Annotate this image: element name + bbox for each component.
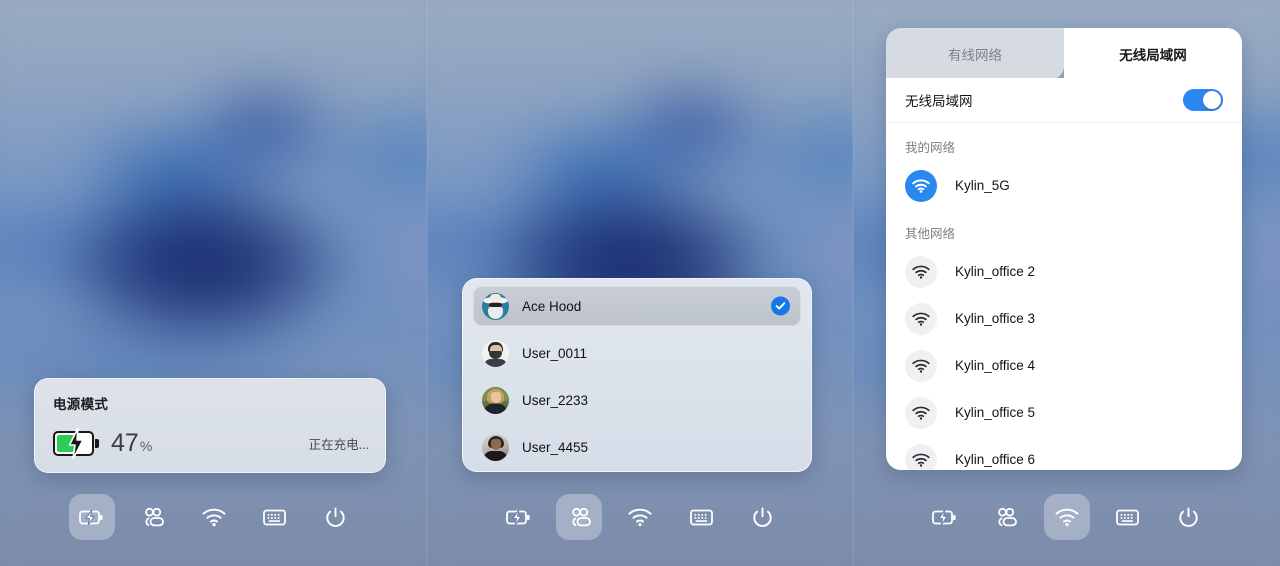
other-networks-label: 其他网络	[905, 227, 956, 241]
taskbar-users-button[interactable]	[130, 494, 176, 540]
taskbar-center	[427, 494, 853, 540]
list-item[interactable]: Kylin_office 6	[886, 436, 1242, 470]
power-mode-panel: 电源模式 47% 正在充电...	[34, 378, 386, 473]
tab-wireless-lan[interactable]: 无线局域网	[1064, 28, 1242, 80]
wifi-icon	[905, 255, 937, 288]
avatar	[482, 292, 509, 320]
network-panel-body: 无线局域网 我的网络 Kylin_5G 其他网络 Kylin_office 2 …	[886, 78, 1242, 470]
list-item[interactable]: User_4455	[473, 427, 801, 467]
user-name: User_2233	[522, 392, 589, 408]
wifi-icon	[905, 169, 937, 202]
list-item[interactable]: Kylin_office 5	[886, 389, 1242, 436]
list-item[interactable]: User_0011	[473, 333, 801, 373]
taskbar-keyboard-button[interactable]	[678, 494, 724, 540]
network-ssid: Kylin_office 6	[955, 452, 1036, 467]
list-item[interactable]: Kylin_office 4	[886, 342, 1242, 389]
wifi-icon	[905, 349, 937, 382]
avatar	[482, 339, 509, 367]
taskbar-keyboard-button[interactable]	[252, 494, 298, 540]
wifi-icon	[905, 443, 937, 470]
network-ssid: Kylin_office 2	[955, 264, 1036, 279]
taskbar-power-button[interactable]	[313, 494, 359, 540]
taskbar-power-button[interactable]	[739, 494, 785, 540]
panel-divider-2	[852, 0, 854, 566]
user-switch-panel: Ace Hood User_0011 User_2233 User_4455	[462, 278, 812, 472]
battery-percent: 47%	[111, 429, 153, 457]
list-item[interactable]: Kylin_office 2	[886, 248, 1242, 295]
taskbar-wifi-button[interactable]	[1043, 494, 1090, 540]
wireless-lan-label: 无线局域网	[905, 94, 973, 109]
taskbar-right	[853, 494, 1280, 540]
taskbar-users-button[interactable]	[983, 494, 1029, 540]
taskbar-battery-button[interactable]	[68, 494, 115, 540]
taskbar-battery-button[interactable]	[495, 494, 541, 540]
taskbar-users-button[interactable]	[556, 494, 602, 540]
charging-status: 正在充电...	[308, 438, 369, 452]
check-icon	[771, 296, 790, 316]
taskbar-power-button[interactable]	[1166, 494, 1212, 540]
list-item[interactable]: User_2233	[473, 380, 801, 420]
wireless-lan-toggle-row[interactable]: 无线局域网	[886, 78, 1242, 123]
list-item[interactable]: Kylin_office 3	[886, 295, 1242, 342]
desktop-screen: 电源模式 47% 正在充电... Ace Hood User_0011 User…	[0, 0, 1280, 566]
list-item[interactable]: Kylin_5G	[886, 162, 1242, 209]
network-panel: 有线网络 无线局域网 无线局域网 我的网络 Kylin_5G 其他网络 Kyli…	[886, 28, 1242, 470]
network-tabs: 有线网络 无线局域网	[886, 28, 1242, 80]
percent-sign: %	[139, 438, 153, 454]
taskbar-keyboard-button[interactable]	[1105, 494, 1151, 540]
user-name: Ace Hood	[522, 298, 582, 314]
network-ssid: Kylin_office 4	[955, 358, 1036, 373]
avatar	[482, 433, 509, 461]
wifi-icon	[905, 302, 937, 335]
network-ssid: Kylin_5G	[955, 178, 1010, 193]
taskbar-battery-button[interactable]	[922, 494, 968, 540]
taskbar-left	[0, 494, 427, 540]
power-panel-title: 电源模式	[53, 397, 109, 412]
network-ssid: Kylin_office 5	[955, 405, 1036, 420]
list-item[interactable]: Ace Hood	[473, 286, 801, 326]
taskbar-wifi-button[interactable]	[191, 494, 237, 540]
user-name: User_0011	[522, 345, 588, 361]
network-ssid: Kylin_office 3	[955, 311, 1036, 326]
panel-divider-1	[426, 0, 428, 566]
my-networks-label: 我的网络	[905, 141, 956, 155]
wifi-icon	[905, 396, 937, 429]
battery-charging-icon	[53, 428, 99, 459]
user-name: User_4455	[522, 439, 589, 455]
tab-wired-network[interactable]: 有线网络	[886, 28, 1064, 80]
taskbar-wifi-button[interactable]	[617, 494, 663, 540]
wallpaper-panel-left	[0, 0, 427, 566]
avatar	[482, 386, 509, 414]
wireless-lan-toggle[interactable]	[1183, 89, 1223, 111]
